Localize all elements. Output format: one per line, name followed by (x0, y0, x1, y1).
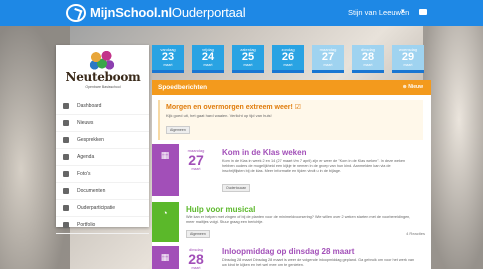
date-month: maart (323, 63, 333, 67)
announcement-tag[interactable]: Algemeen (166, 126, 190, 134)
date-num: 24 (201, 51, 215, 63)
user-dropdown-icon[interactable]: ▾ (401, 8, 408, 16)
post-card[interactable]: ▦ maandag 27 maart Kom in de Klas weken … (152, 144, 431, 196)
date-num: 29 (401, 51, 415, 63)
date-tile[interactable]: zaterdag 25 maart (232, 45, 264, 73)
mijnschool-logo-icon[interactable] (66, 4, 86, 22)
post-date: maandag 27 maart (186, 148, 206, 171)
new-post-label: Nieuw (408, 84, 423, 90)
post-card[interactable]: ◔ Hulp voor musical Wie kan er helpen me… (152, 202, 431, 242)
sidebar-item-label: Gesprekken (77, 137, 104, 143)
newspaper-icon (63, 120, 69, 126)
post-title[interactable]: Hulp voor musical (186, 205, 255, 214)
post-type-bar: ◔ (152, 202, 179, 242)
date-num: 25 (241, 51, 255, 63)
sidebar-item-ouderparticipatie[interactable]: Ouderparticipatie (56, 200, 149, 217)
home-icon (63, 103, 69, 109)
photo-icon (63, 171, 69, 177)
date-tile[interactable]: vrijdag 24 maart (192, 45, 224, 73)
date-month: maart (283, 63, 293, 67)
date-tile[interactable]: maandag 27 maart (312, 45, 344, 73)
post-num: 28 (188, 251, 204, 267)
calendar-icon: ▦ (160, 150, 170, 160)
chat-icon (63, 137, 69, 143)
date-tile[interactable]: zondag 26 maart (272, 45, 304, 73)
date-num: 26 (281, 51, 295, 63)
announcement-text: Kijk goed uit, het gaat hard waaien. Ver… (166, 113, 272, 118)
sidebar-item-dashboard[interactable]: Dashboard (56, 98, 149, 115)
sidebar-nav: Dashboard Nieuws Gesprekken Agenda Foto'… (56, 98, 149, 234)
school-name: Neuteboom (65, 70, 141, 84)
news-feed: Spoedberichten ⊕ Nieuw Morgen en overmor… (152, 80, 431, 269)
top-bar: MijnSchool.nlOuderportaal Stijn van Leeu… (0, 0, 483, 26)
sidebar: Neuteboom Openbare Basisschool Dashboard… (56, 45, 149, 234)
date-month: maart (403, 63, 413, 67)
date-tile[interactable]: vandaag 23 maart (152, 45, 184, 73)
post-num: 27 (188, 152, 204, 168)
school-subtitle: Openbare Basisschool (85, 85, 121, 89)
reactions-count[interactable]: 4 Reacties (406, 231, 425, 236)
date-tile[interactable]: dinsdag 28 maart (352, 45, 384, 73)
brand-rest: Ouderportaal (171, 5, 246, 20)
sidebar-item-nieuws[interactable]: Nieuws (56, 115, 149, 132)
post-type-bar: ▦ (152, 246, 179, 269)
feed-title: Spoedberichten (158, 84, 208, 91)
sidebar-item-label: Foto's (77, 171, 91, 177)
new-post-button[interactable]: ⊕ Nieuw (403, 84, 423, 90)
feed-header: Spoedberichten ⊕ Nieuw (152, 80, 431, 95)
sidebar-item-fotos[interactable]: Foto's (56, 166, 149, 183)
sidebar-item-label: Ouderparticipatie (77, 205, 116, 211)
sidebar-item-portfolio[interactable]: Portfolio (56, 217, 149, 234)
date-month: maart (363, 63, 373, 67)
date-num: 28 (361, 51, 375, 63)
calendar-icon (63, 154, 69, 160)
post-date: dinsdag 28 maart (186, 247, 206, 269)
post-type-bar: ▦ (152, 144, 179, 196)
date-num: 23 (161, 51, 175, 63)
post-body: Dinsdag 28 maart Dinsdag 28 maart is wee… (222, 258, 415, 267)
date-num: 27 (321, 51, 335, 63)
post-tag[interactable]: Oudertoucan (222, 184, 251, 192)
sidebar-item-label: Documenten (77, 188, 106, 194)
sidebar-item-label: Nieuws (77, 120, 94, 126)
sidebar-item-label: Dashboard (77, 103, 102, 109)
school-logo: Neuteboom Openbare Basisschool (62, 48, 144, 90)
mail-icon[interactable] (419, 9, 427, 15)
date-month: maart (243, 63, 253, 67)
group-icon (63, 205, 69, 211)
sidebar-item-agenda[interactable]: Agenda (56, 149, 149, 166)
sidebar-item-gesprekken[interactable]: Gesprekken (56, 132, 149, 149)
portfolio-icon (63, 222, 69, 228)
post-body: Kom in de Klas in week 2 en 14 (27 maart… (222, 159, 406, 173)
date-month: maart (203, 63, 213, 67)
document-icon (63, 188, 69, 194)
post-card[interactable]: ▦ dinsdag 28 maart Inloopmiddag op dinsd… (152, 246, 431, 269)
announcement-title: Morgen en overmorgen extreem weer! ☑ (166, 104, 302, 111)
post-body: Wie kan er helpen met zingen of bij de p… (186, 215, 411, 224)
calendar-icon: ▦ (160, 252, 170, 262)
brand-bold: MijnSchool.nl (90, 5, 172, 20)
chat-icon: ◔ (162, 208, 168, 218)
sidebar-item-documenten[interactable]: Documenten (56, 183, 149, 200)
post-title[interactable]: Kom in de Klas weken (222, 148, 306, 157)
post-title[interactable]: Inloopmiddag op dinsdag 28 maart (222, 247, 354, 256)
urgent-announcement[interactable]: Morgen en overmorgen extreem weer! ☑ Kij… (158, 100, 423, 140)
sidebar-item-label: Agenda (77, 154, 95, 160)
post-tag[interactable]: Algemeen (186, 230, 210, 238)
background-photo-right (423, 20, 483, 269)
date-month: maart (163, 63, 173, 67)
date-tile[interactable]: woensdag 29 maart (392, 45, 424, 73)
brand[interactable]: MijnSchool.nlOuderportaal (90, 5, 246, 20)
sidebar-item-label: Portfolio (77, 222, 96, 228)
